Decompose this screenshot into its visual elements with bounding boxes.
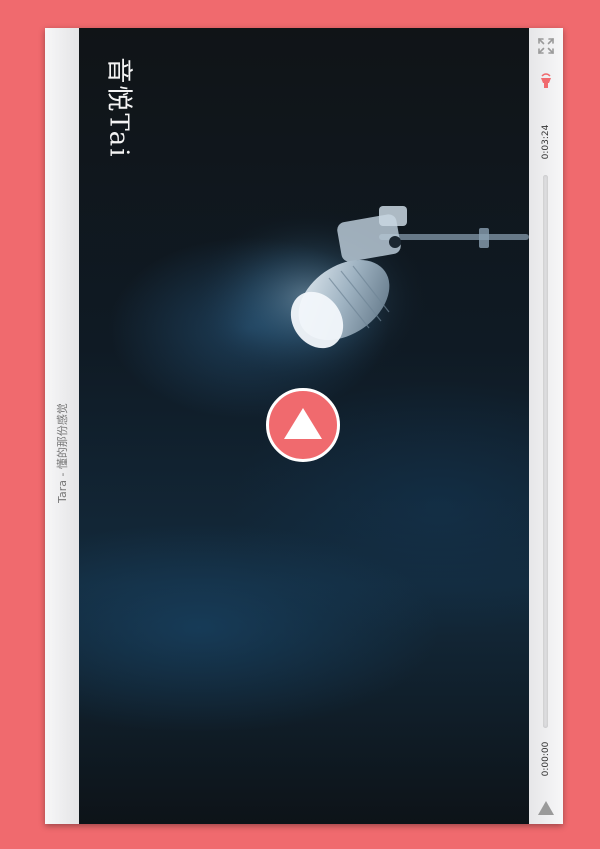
volume-icon <box>541 73 551 88</box>
watermark-text: 音悦Tai <box>103 57 134 159</box>
channel-watermark: 音悦Tai <box>99 38 139 178</box>
progress-slider[interactable] <box>543 175 548 728</box>
big-play-button[interactable] <box>266 388 340 462</box>
play-icon <box>284 408 322 439</box>
play-button[interactable] <box>534 796 558 820</box>
fullscreen-icon <box>538 38 554 54</box>
fullscreen-button[interactable] <box>534 34 558 58</box>
play-icon <box>538 801 554 815</box>
video-player: Tara - 懂的那份感觉 音悦Tai 0:03:24 0:00:00 <box>45 28 563 824</box>
volume-button[interactable] <box>534 69 558 93</box>
title-bar: Tara - 懂的那份感觉 <box>45 28 79 824</box>
duration-label: 0:03:24 <box>541 124 551 160</box>
song-title: Tara - 懂的那份感觉 <box>56 403 69 503</box>
control-bar: 0:03:24 0:00:00 <box>529 28 563 824</box>
video-area[interactable]: 音悦Tai <box>79 28 529 824</box>
current-time-label: 0:00:00 <box>541 741 551 777</box>
